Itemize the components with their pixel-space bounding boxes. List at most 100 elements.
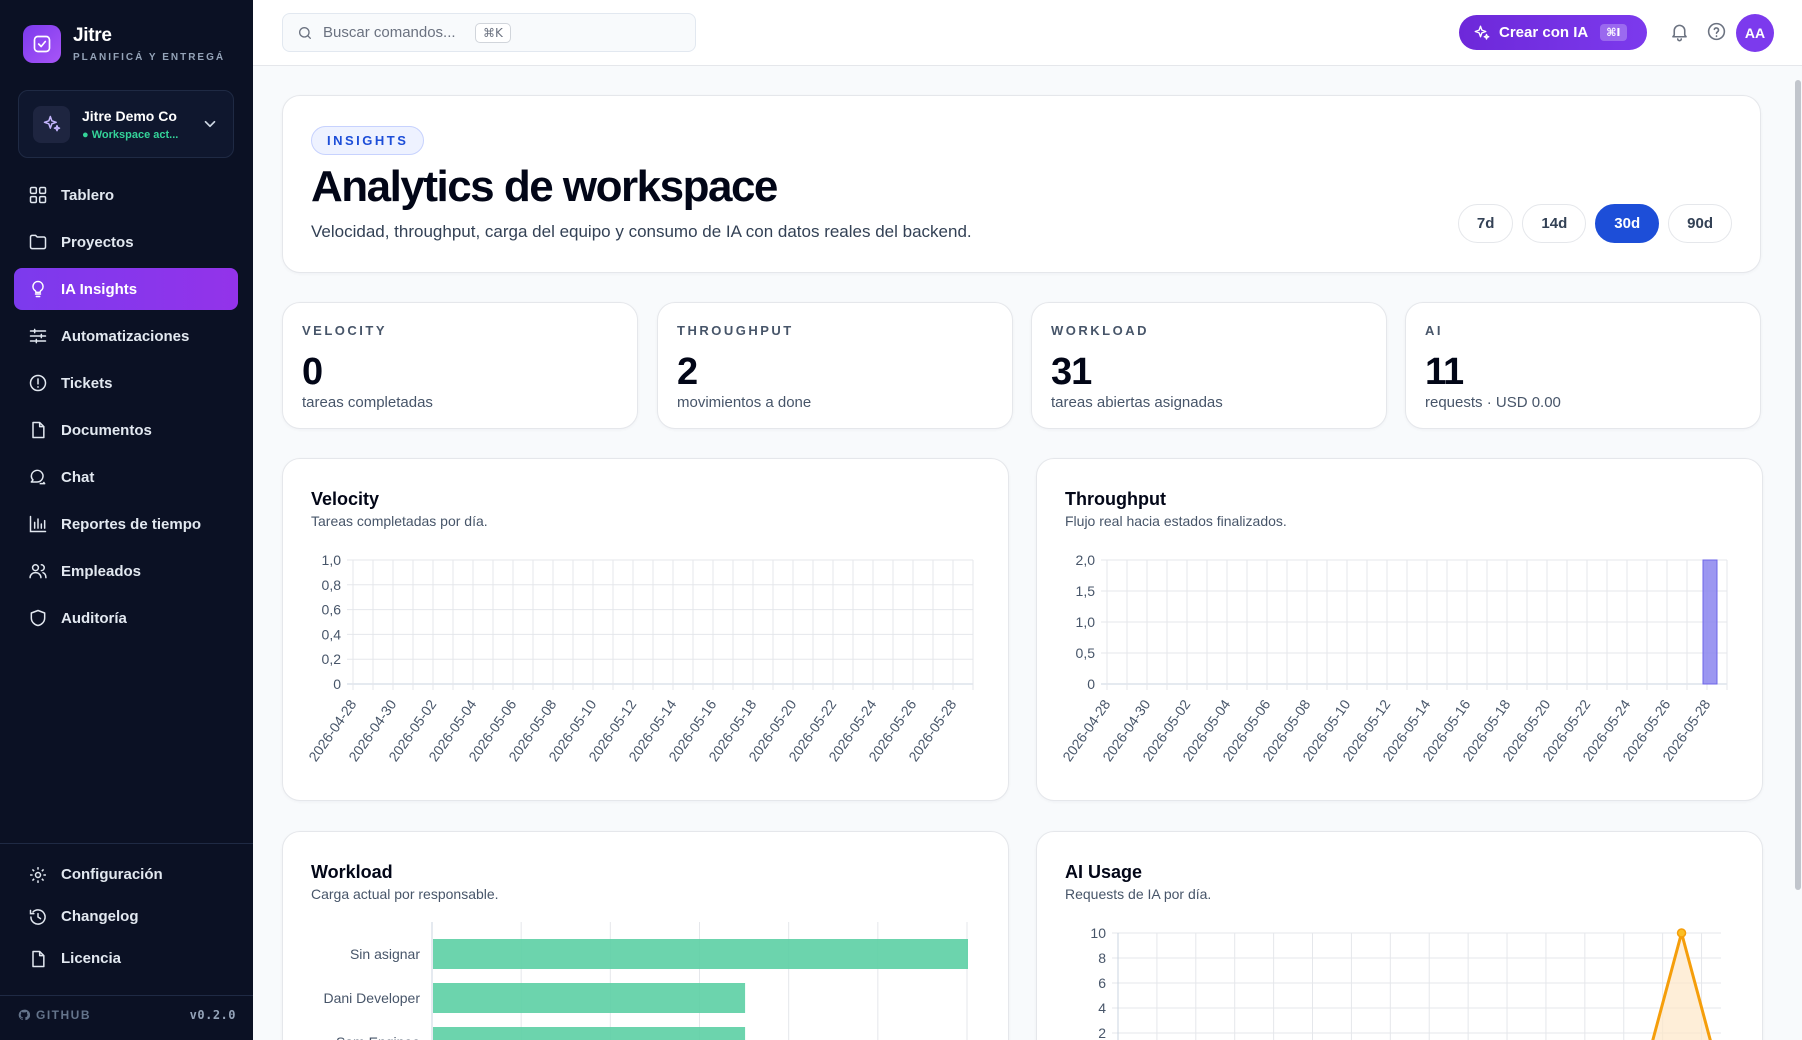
github-icon: [18, 1009, 30, 1021]
chart-title: Throughput: [1065, 489, 1166, 509]
sidebar-item-auditoria[interactable]: Auditoría: [14, 597, 238, 639]
brand-tagline: PLANIFICÁ Y ENTREGÁ: [73, 52, 226, 63]
sidebar-item-empleados[interactable]: Empleados: [14, 550, 238, 592]
sidebar-item-tickets[interactable]: Tickets: [14, 362, 238, 404]
brand[interactable]: Jitre PLANIFICÁ Y ENTREGÁ: [23, 25, 225, 63]
grid-icon: [27, 184, 49, 206]
sidebar-footer: GITHUB v0.2.0: [18, 1008, 236, 1022]
command-search[interactable]: ⌘K: [282, 13, 696, 52]
sidebar-item-label: Automatizaciones: [61, 327, 190, 345]
sidebar-item-changelog[interactable]: Changelog: [14, 898, 238, 935]
stat-card-ai: AI 11 requests · USD 0.00: [1405, 302, 1761, 429]
sidebar-item-licencia[interactable]: Licencia: [14, 940, 238, 977]
ai-usage-point: [1676, 928, 1687, 938]
ai-usage-chart-card: 2 4 6 8 10 AI Usage Requests de IA por día.: [1036, 831, 1763, 1040]
scrollbar-thumb[interactable]: [1795, 80, 1801, 890]
create-with-ai-label: Crear con IA: [1499, 24, 1589, 41]
range-7d-button[interactable]: 7d: [1457, 204, 1514, 243]
category-label: Dani Developer: [324, 990, 421, 1006]
sidebar-item-label: Documentos: [61, 421, 152, 439]
sidebar-item-label: Proyectos: [61, 233, 134, 251]
sidebar-item-label: Chat: [61, 468, 95, 486]
range-30d-button[interactable]: 30d: [1595, 204, 1660, 243]
workload-chart-card: Sin asignar Dani Developer Sam Enginee Wor…: [282, 831, 1009, 1040]
sidebar-item-automatizaciones[interactable]: Automatizaciones: [14, 315, 238, 357]
sidebar: Jitre PLANIFICÁ Y ENTREGÁ Jitre Demo Co …: [0, 0, 253, 1040]
category-label: Sam Enginee: [336, 1034, 420, 1040]
sparkles-icon: [33, 105, 70, 143]
stat-subtitle: requests · USD 0.00: [1425, 394, 1561, 411]
sliders-icon: [27, 325, 49, 347]
sidebar-item-ia-insights[interactable]: IA Insights: [14, 268, 238, 310]
ai-usage-area: [1652, 933, 1711, 1040]
y-tick-label: 2,0: [1076, 552, 1096, 568]
y-tick-label: 1,0: [1076, 614, 1096, 630]
search-input[interactable]: [323, 24, 473, 41]
y-tick-label: 0: [333, 676, 341, 692]
user-avatar[interactable]: AA: [1736, 14, 1774, 52]
help-icon[interactable]: [1704, 19, 1728, 43]
range-90d-button[interactable]: 90d: [1668, 204, 1732, 243]
sidebar-item-label: Tickets: [61, 374, 113, 392]
stat-card-velocity: VELOCITY 0 tareas completadas: [282, 302, 638, 429]
sidebar-item-tablero[interactable]: Tablero: [14, 174, 238, 216]
sidebar-item-reportes-de-tiempo[interactable]: Reportes de tiempo: [14, 503, 238, 545]
y-tick-label: 6: [1098, 975, 1106, 991]
shield-icon: [27, 607, 49, 629]
github-link[interactable]: GITHUB: [18, 1008, 91, 1022]
sidebar-item-documentos[interactable]: Documentos: [14, 409, 238, 451]
sidebar-item-label: Reportes de tiempo: [61, 515, 202, 533]
folder-icon: [27, 231, 49, 253]
page-title: Analytics de workspace: [311, 162, 778, 211]
range-14d-button[interactable]: 14d: [1522, 204, 1587, 243]
chevron-down-icon: [201, 115, 219, 133]
search-icon: [297, 25, 313, 41]
sidebar-item-label: Empleados: [61, 562, 142, 580]
workspace-switcher[interactable]: Jitre Demo Co ● Workspace act...: [18, 90, 234, 158]
stat-subtitle: movimientos a done: [677, 394, 812, 411]
bell-icon[interactable]: [1667, 19, 1691, 43]
sidebar-item-label: Configuración: [61, 866, 163, 883]
sidebar-item-label: Tablero: [61, 186, 115, 204]
workspace-status: ● Workspace act...: [82, 128, 179, 141]
create-with-ai-button[interactable]: Crear con IA ⌘I: [1459, 15, 1647, 50]
version-label: v0.2.0: [189, 1008, 236, 1022]
document-icon: [27, 948, 49, 970]
stat-value: 2: [677, 351, 698, 393]
y-tick-label: 0: [1087, 676, 1095, 692]
stat-value: 31: [1051, 351, 1092, 393]
y-tick-label: 0,4: [322, 626, 342, 642]
history-icon: [27, 906, 49, 928]
sidebar-item-chat[interactable]: Chat: [14, 456, 238, 498]
throughput-chart: 00,51,01,52,02026-04-282026-04-302026-05…: [1059, 552, 1728, 764]
users-icon: [27, 560, 49, 582]
chart-subtitle: Requests de IA por día.: [1065, 886, 1212, 902]
y-tick-label: 10: [1090, 925, 1106, 941]
sidebar-divider: [0, 995, 253, 996]
stat-subtitle: tareas abiertas asignadas: [1051, 394, 1223, 411]
stat-label: AI: [1425, 323, 1443, 338]
brand-logo-icon: [23, 25, 61, 63]
y-tick-label: 2: [1098, 1025, 1106, 1040]
chart-subtitle: Tareas completadas por día.: [311, 513, 488, 529]
y-tick-label: 0,8: [322, 577, 342, 593]
throughput-bar: [1702, 559, 1718, 685]
ai-shortcut: ⌘I: [1600, 24, 1627, 41]
gear-icon: [27, 864, 49, 886]
range-selector: 7d 14d 30d 90d: [1457, 204, 1732, 243]
velocity-chart: 00,20,40,60,81,02026-04-282026-04-302026…: [305, 552, 974, 764]
hero-card: INSIGHTS Analytics de workspace Velocida…: [282, 95, 1761, 273]
y-tick-label: 0,2: [322, 651, 342, 667]
sidebar-item-configuracion[interactable]: Configuración: [14, 856, 238, 893]
workload-bar: [433, 983, 746, 1013]
sidebar-item-proyectos[interactable]: Proyectos: [14, 221, 238, 263]
bar-chart-icon: [27, 513, 49, 535]
sparkles-icon: [1473, 24, 1491, 42]
throughput-chart-card: 0 0,5 1,0 1,5 2,0 2026-04-28 2026-04-30 2026-05…: [1036, 458, 1763, 801]
chart-title: AI Usage: [1065, 862, 1143, 882]
topbar: ⌘K Crear con IA ⌘I AA: [253, 0, 1802, 66]
workspace-name: Jitre Demo Co: [82, 107, 177, 124]
chart-subtitle: Carga actual por responsable.: [311, 886, 499, 902]
stat-card-workload: WORKLOAD 31 tareas abiertas asignadas: [1031, 302, 1387, 429]
sidebar-divider: [0, 843, 253, 844]
